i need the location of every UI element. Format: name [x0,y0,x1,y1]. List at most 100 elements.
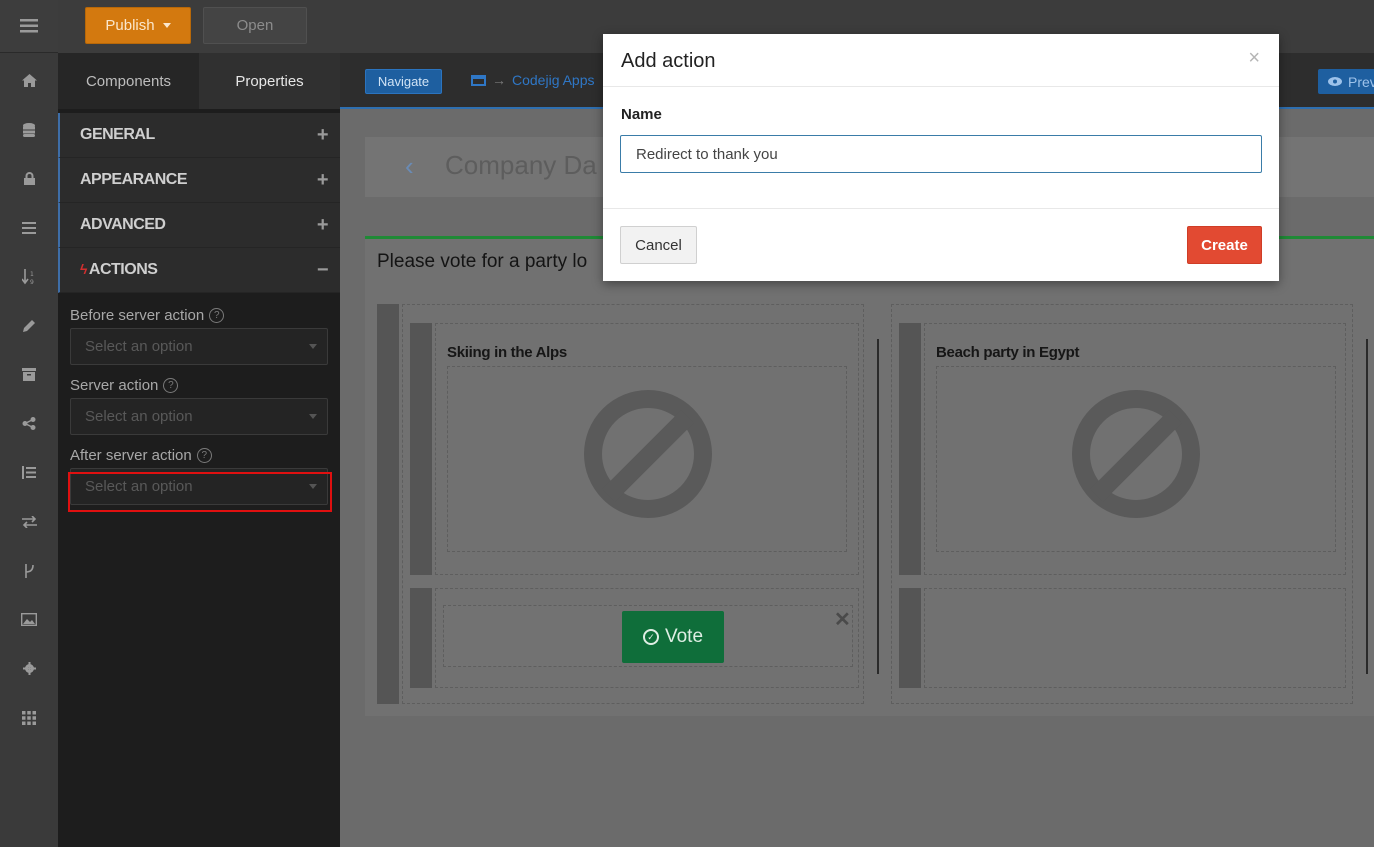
highlight-box [68,472,332,512]
grid-icon [22,710,36,725]
rail-exchange[interactable] [0,497,58,546]
drag-handle[interactable] [899,323,921,575]
window-icon [471,74,486,86]
menu-button[interactable] [0,0,58,53]
panel-tabs: Components Properties [58,53,340,109]
rail-grid[interactable] [0,693,58,742]
add-action-dialog: Add action × Name Cancel Create [603,34,1279,281]
button-container [924,588,1346,688]
drag-handle[interactable] [899,588,921,688]
check-circle-icon: ✓ [642,629,659,645]
navigate-button[interactable]: Navigate [365,69,442,94]
svg-text:1: 1 [30,271,34,278]
drag-handle[interactable] [410,323,432,575]
archive-icon [22,368,36,381]
preview-button[interactable]: Prev [1318,69,1374,94]
breadcrumb[interactable]: → Codejig Apps [471,72,595,88]
svg-text:9: 9 [30,279,34,285]
rail-archive[interactable] [0,350,58,399]
breadcrumb-label: Codejig Apps [512,72,595,88]
field-label-text: After server action [70,447,192,464]
no-image-icon [1072,390,1200,518]
publish-button[interactable]: Publish [85,7,191,44]
no-image-icon [584,390,712,518]
server-action-label: Server action ? [58,377,340,394]
before-server-action-label: Before server action ? [58,307,340,324]
home-icon [21,74,37,87]
exchange-icon [21,515,37,528]
cancel-button[interactable]: Cancel [620,226,697,264]
database-icon [23,122,35,137]
item-title: Skiing in the Alps [447,344,567,361]
field-label-text: Before server action [70,307,205,324]
chevron-down-icon [162,23,171,28]
section-label: ACTIONS [88,261,158,278]
properties-panel: Components Properties GENERAL + APPEARAN… [58,53,340,847]
tab-properties[interactable]: Properties [199,53,340,109]
gear-icon [22,662,36,675]
section-actions[interactable]: ϟ ACTIONS − [58,248,340,293]
server-action-select[interactable]: Select an option [70,398,328,435]
rail-sort[interactable]: 19 [0,252,58,301]
rail-branch[interactable] [0,546,58,595]
collapse-icon: − [316,258,329,281]
after-server-action-label: After server action ? [58,447,340,464]
list-icon [22,221,36,234]
section-general[interactable]: GENERAL + [58,113,340,158]
section-appearance[interactable]: APPEARANCE + [58,158,340,203]
drag-handle[interactable] [410,588,432,688]
bolt-icon: ϟ [80,261,87,277]
section-label: GENERAL [80,126,155,143]
expand-icon: + [316,123,329,146]
menu-icon [20,19,38,33]
image-icon [21,613,37,626]
sort-icon: 19 [22,268,34,285]
arrow-icon: → [492,72,506,88]
drag-handle[interactable] [377,304,399,704]
name-input[interactable] [620,135,1262,173]
help-icon[interactable]: ? [209,308,225,323]
remove-icon[interactable]: ✕ [834,607,851,632]
rail-database[interactable] [0,105,58,154]
branch-icon [24,563,34,578]
actions-header: ϟ ACTIONS [80,261,158,279]
dialog-header: Add action × [603,34,1279,87]
name-label: Name [621,106,662,123]
vote-card: Please vote for a party lo Skiing in the… [365,236,1374,716]
page-title: Company Da [445,150,597,180]
rail-home[interactable] [0,56,58,105]
pencil-icon [22,320,35,332]
expand-icon: + [316,168,329,191]
help-icon[interactable]: ? [196,448,212,463]
vote-button[interactable]: ✓ Vote [622,611,724,663]
rail-gear[interactable] [0,644,58,693]
caret-down-icon [309,414,317,419]
caret-down-icon [309,344,317,349]
rail-pencil[interactable] [0,301,58,350]
open-button[interactable]: Open [203,7,307,44]
tab-components[interactable]: Components [58,53,199,109]
rail-list-ordered[interactable] [0,448,58,497]
before-server-action-select[interactable]: Select an option [70,328,328,365]
rail-list[interactable] [0,203,58,252]
publish-label: Publish [105,17,155,34]
rail-image[interactable] [0,595,58,644]
card-title: Please vote for a party lo [377,251,588,272]
close-icon[interactable]: × [1248,47,1260,70]
field-label-text: Server action [70,377,159,394]
column-divider [1366,339,1368,674]
share-icon [22,417,36,430]
back-icon[interactable]: ‹ [405,151,414,182]
rail-lock[interactable] [0,154,58,203]
select-placeholder: Select an option [85,408,193,425]
lock-icon [23,172,35,185]
create-button[interactable]: Create [1187,226,1262,264]
preview-label: Prev [1348,73,1374,90]
section-advanced[interactable]: ADVANCED + [58,203,340,248]
rail-share[interactable] [0,399,58,448]
vote-label: Vote [664,626,704,647]
column-divider [877,339,879,674]
help-icon[interactable]: ? [163,378,179,393]
eye-icon [1328,77,1342,86]
icon-rail: 19 [0,0,58,847]
